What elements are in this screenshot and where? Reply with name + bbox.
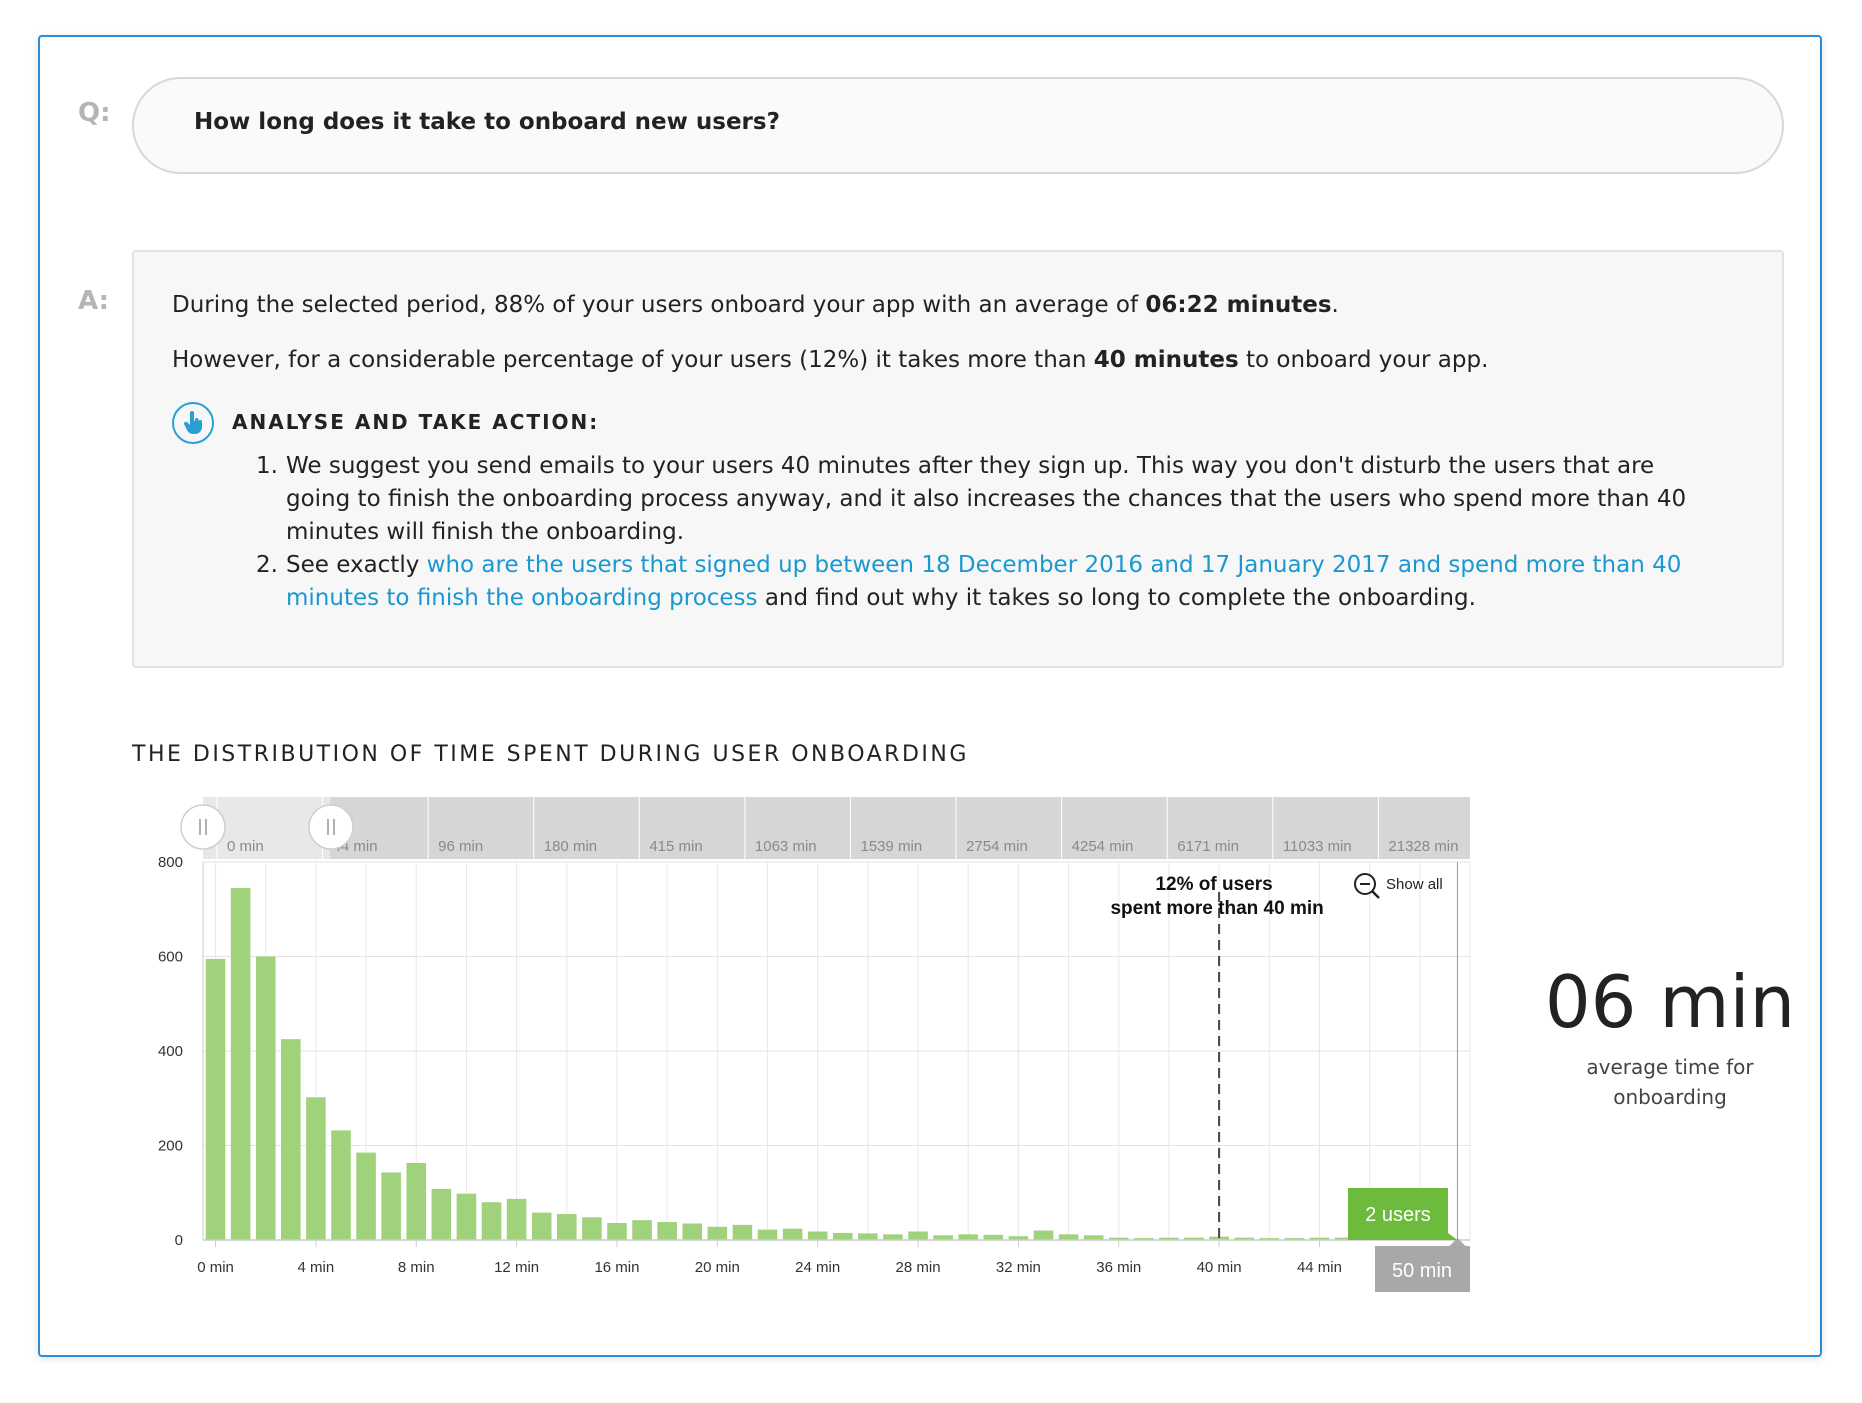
answer-label: A: xyxy=(78,286,110,316)
average-time-highlight: 06:22 minutes xyxy=(1145,292,1332,318)
average-time-label: average time for onboarding xyxy=(1560,1052,1780,1112)
average-label-line-1: average time for xyxy=(1586,1055,1754,1079)
answer-line-1: During the selected period, 88% of your … xyxy=(172,292,1339,318)
step-number: 2. xyxy=(256,552,278,578)
pointer-hand-icon xyxy=(172,402,214,444)
action-steps: 1. We suggest you send emails to your us… xyxy=(256,450,1716,615)
step-text: and find out why it takes so long to com… xyxy=(757,585,1476,611)
action-title: ANALYSE AND TAKE ACTION: xyxy=(232,410,600,434)
qa-card xyxy=(38,35,1822,1357)
action-step-1: 1. We suggest you send emails to your us… xyxy=(256,450,1716,549)
question-text: How long does it take to onboard new use… xyxy=(194,109,780,135)
chart-title: THE DISTRIBUTION OF TIME SPENT DURING US… xyxy=(132,742,969,767)
answer-line-2-text: However, for a considerable percentage o… xyxy=(172,347,1094,373)
threshold-highlight: 40 minutes xyxy=(1093,347,1239,373)
answer-box: During the selected period, 88% of your … xyxy=(132,250,1784,668)
action-step-2: 2. See exactly who are the users that si… xyxy=(256,549,1716,615)
answer-line-1-end: . xyxy=(1331,292,1339,318)
answer-line-1-text: During the selected period, 88% of your … xyxy=(172,292,1146,318)
answer-line-2: However, for a considerable percentage o… xyxy=(172,347,1488,373)
average-label-line-2: onboarding xyxy=(1613,1085,1727,1109)
answer-line-2-end: to onboard your app. xyxy=(1238,347,1489,373)
step-number: 1. xyxy=(256,453,278,479)
step-text: We suggest you send emails to your users… xyxy=(286,453,1687,545)
question-box[interactable]: How long does it take to onboard new use… xyxy=(132,77,1784,174)
average-time-value: 06 min xyxy=(1544,960,1796,1044)
question-label: Q: xyxy=(78,98,111,128)
step-text: See exactly xyxy=(286,552,427,578)
